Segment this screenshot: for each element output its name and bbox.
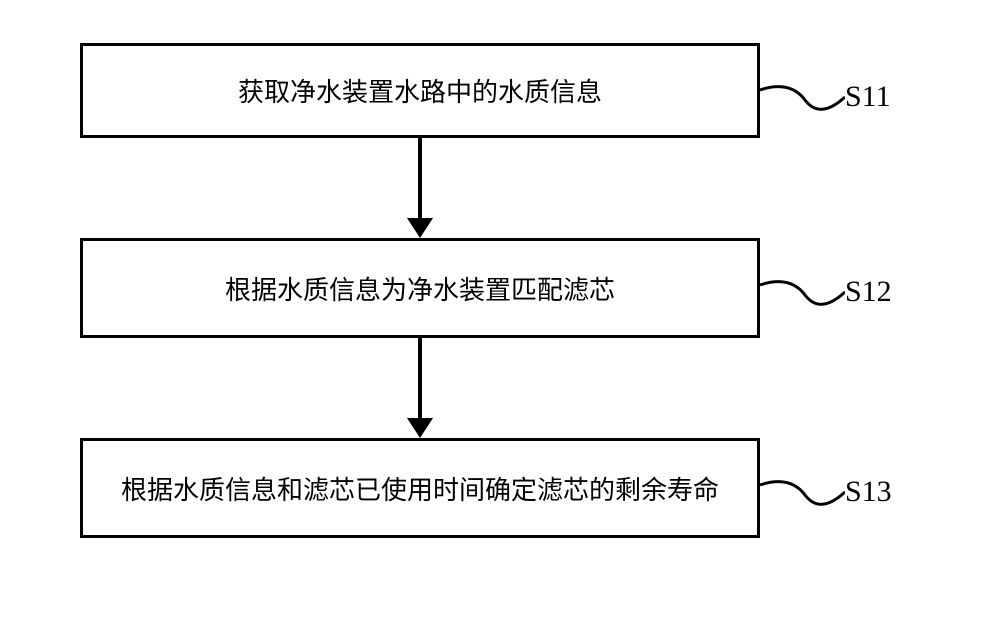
step-1-label: S11	[845, 80, 891, 114]
flowchart-container: 获取净水装置水路中的水质信息 根据水质信息为净水装置匹配滤芯 根据水质信息和滤芯…	[0, 0, 1000, 637]
flowchart-step-3: 根据水质信息和滤芯已使用时间确定滤芯的剩余寿命	[80, 438, 760, 538]
step-2-text: 根据水质信息为净水装置匹配滤芯	[225, 270, 615, 307]
label-connector-1	[760, 85, 845, 120]
label-connector-2	[760, 280, 845, 315]
step-3-text: 根据水质信息和滤芯已使用时间确定滤芯的剩余寿命	[121, 470, 719, 507]
arrow-1-head	[407, 218, 433, 238]
arrow-1-line	[418, 138, 422, 221]
flowchart-step-1: 获取净水装置水路中的水质信息	[80, 43, 760, 138]
step-3-label: S13	[845, 475, 892, 509]
arrow-2-head	[407, 418, 433, 438]
step-1-text: 获取净水装置水路中的水质信息	[238, 72, 602, 109]
flowchart-step-2: 根据水质信息为净水装置匹配滤芯	[80, 238, 760, 338]
label-connector-3	[760, 480, 845, 515]
arrow-2-line	[418, 338, 422, 421]
step-2-label: S12	[845, 275, 892, 309]
